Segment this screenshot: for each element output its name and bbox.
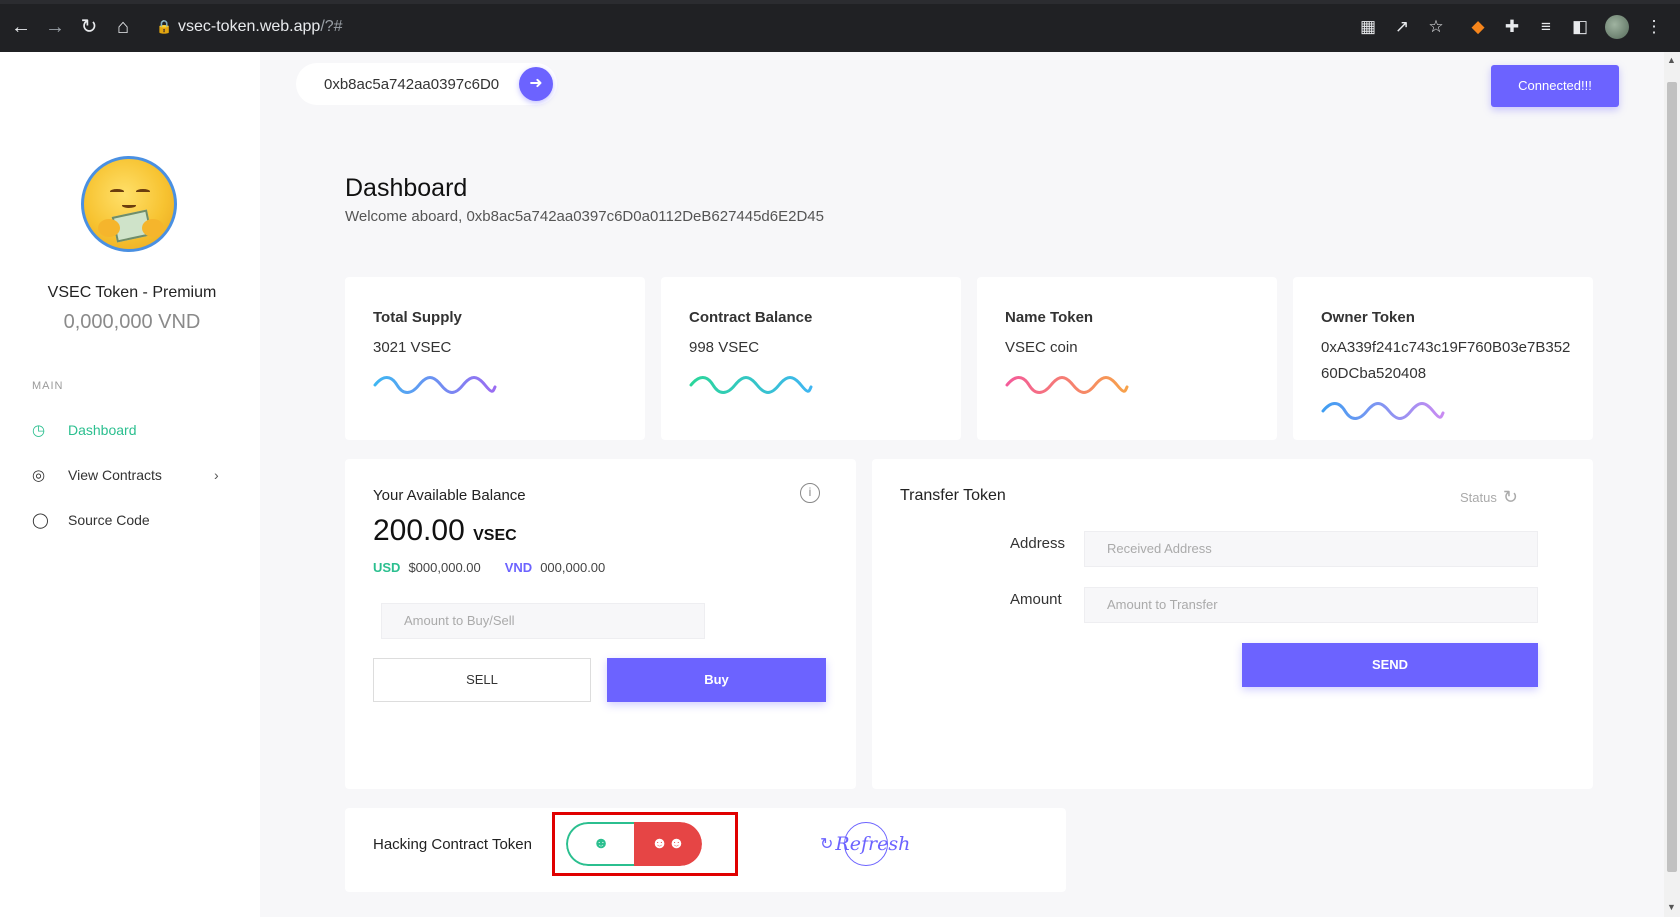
page-title: Dashboard [345, 174, 468, 202]
wave-decoration [1005, 376, 1129, 394]
status-label: Status [1460, 490, 1497, 505]
info-icon[interactable]: i [800, 483, 820, 503]
wallet-address: 0xb8ac5a742aa0397c6D0 [324, 75, 500, 93]
sidepanel-icon[interactable]: ◧ [1568, 16, 1592, 38]
home-icon[interactable]: ⌂ [110, 14, 136, 40]
lock-icon: 🔒 [156, 19, 173, 34]
scroll-up-icon[interactable]: ▲ [1667, 55, 1676, 65]
stat-card-owner-token: Owner Token 0xA339f241c743c19F760B03e7B3… [1293, 277, 1593, 440]
sidebar-item-source-code[interactable]: ◯ Source Code [32, 508, 232, 532]
stat-label: Contract Balance [689, 309, 813, 326]
transfer-amount-input[interactable]: Amount to Transfer [1084, 587, 1538, 623]
balance-card: Your Available Balance i 200.00 VSEC USD… [345, 459, 856, 789]
highlight-box [552, 812, 738, 876]
sidebar-item-label: Dashboard [68, 422, 137, 438]
sidebar-item-view-contracts[interactable]: ◎ View Contracts › [32, 463, 232, 487]
sidebar: VSEC Token - Premium 0,000,000 VND MAIN … [4, 52, 260, 917]
welcome-text: Welcome aboard, 0xb8ac5a742aa0397c6D0a01… [345, 208, 824, 225]
buy-sell-amount-input[interactable]: Amount to Buy/Sell [381, 603, 705, 639]
buy-button[interactable]: Buy [607, 658, 826, 702]
wave-line [1321, 402, 1445, 420]
dashboard-icon: ◷ [32, 422, 46, 439]
sidebar-title: VSEC Token - Premium [47, 284, 217, 301]
url-text: vsec-token.web.app/?# [178, 18, 343, 35]
wave-decoration [1321, 402, 1445, 420]
send-button[interactable]: SEND [1242, 643, 1538, 687]
arrow-right-icon[interactable]: ➜ [519, 67, 553, 101]
wave-decoration [373, 376, 497, 394]
metamask-icon[interactable]: ◆ [1466, 16, 1490, 38]
scroll-down-icon[interactable]: ▼ [1667, 902, 1676, 912]
sidebar-item-dashboard[interactable]: ◷ Dashboard [32, 418, 232, 442]
stat-card-contract-balance: Contract Balance 998 VSEC [661, 277, 961, 440]
sell-button[interactable]: SELL [373, 658, 591, 702]
sidebar-section-label: MAIN [32, 380, 64, 392]
transfer-card: Transfer Token Status ↻ Address Received… [872, 459, 1593, 789]
refresh-button[interactable]: ↻ Refresh [820, 820, 920, 868]
hacking-label: Hacking Contract Token [373, 836, 532, 853]
target-icon: ◎ [32, 467, 46, 484]
transfer-title: Transfer Token [900, 487, 1006, 504]
stat-card-name-token: Name Token VSEC coin [977, 277, 1277, 440]
sidebar-item-label: Source Code [68, 512, 150, 528]
received-address-input[interactable]: Received Address [1084, 531, 1538, 567]
menu-dots-icon[interactable]: ⋮ [1642, 16, 1666, 38]
star-icon[interactable]: ☆ [1424, 16, 1448, 38]
extensions-icon[interactable]: ✚ [1500, 16, 1524, 38]
address-label: Address [1010, 535, 1066, 552]
sidebar-item-label: View Contracts [68, 467, 162, 483]
stat-value: 0xA339f241c743c19F760B03e7B35260DCba5204… [1321, 339, 1571, 382]
refresh-icon: ↻ [1502, 487, 1518, 507]
share-icon[interactable]: ↗ [1390, 16, 1414, 38]
currency-row: USD $000,000.00 VND 000,000.00 [373, 560, 605, 575]
vnd-value: 000,000.00 [540, 560, 606, 575]
scrollbar[interactable]: ▲ ▼ [1664, 52, 1680, 917]
balance-label: Your Available Balance [373, 487, 526, 504]
tab-strip [0, 0, 1680, 4]
profile-avatar[interactable] [1605, 15, 1629, 39]
usd-label: USD [373, 560, 401, 575]
stat-label: Name Token [1005, 309, 1094, 326]
forward-icon[interactable]: → [42, 14, 68, 40]
translate-icon[interactable]: ▦ [1356, 16, 1380, 38]
amount-label: Amount [1010, 591, 1062, 608]
stat-label: Total Supply [373, 309, 462, 326]
user-avatar [81, 156, 177, 252]
connected-button[interactable]: Connected!!! [1491, 65, 1619, 107]
chevron-right-icon: › [214, 467, 219, 483]
wave-line [1005, 376, 1129, 394]
status-indicator[interactable]: Status ↻ [1460, 487, 1518, 508]
media-icon[interactable]: ≡ [1534, 16, 1558, 38]
wave-decoration [689, 376, 813, 394]
usd-value: $000,000.00 [408, 560, 481, 575]
browser-toolbar: ← → ↻ ⌂ 🔒 vsec-token.web.app/?# ▦ ↗ ☆ ◆ … [0, 0, 1680, 52]
refresh-icon: ↻ [820, 836, 834, 853]
sidebar-amount: 0,000,000 VND [63, 311, 201, 333]
scrollbar-thumb[interactable] [1667, 82, 1677, 872]
stat-value: 3021 VSEC [373, 339, 452, 356]
stat-value: VSEC coin [1005, 339, 1078, 356]
circle-icon: ◯ [32, 512, 49, 529]
stat-card-total-supply: Total Supply 3021 VSEC [345, 277, 645, 440]
back-icon[interactable]: ← [8, 14, 34, 40]
wave-line [373, 376, 497, 394]
balance-amount: 200.00 VSEC [373, 514, 517, 547]
stat-value: 998 VSEC [689, 339, 760, 356]
reload-icon[interactable]: ↻ [76, 14, 102, 40]
stat-label: Owner Token [1321, 309, 1415, 326]
wave-line [689, 376, 813, 394]
vnd-label: VND [504, 560, 533, 575]
address-bar[interactable]: 🔒 vsec-token.web.app/?# [156, 14, 1336, 40]
wallet-address-pill: 0xb8ac5a742aa0397c6D0 ➜ [296, 63, 557, 105]
refresh-circle [844, 822, 888, 866]
